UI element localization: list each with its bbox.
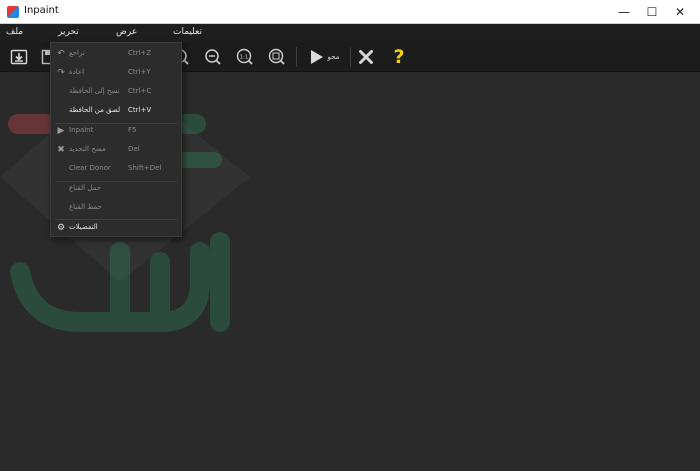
help-button[interactable]: ?: [388, 46, 410, 68]
undo-icon: ↶: [57, 49, 65, 59]
menu-item-inpaint[interactable]: ▶ Inpaint F5: [51, 122, 181, 141]
menu-bar: ملف تحرير عرض تعليمات: [0, 24, 700, 42]
menu-help[interactable]: تعليمات: [173, 27, 202, 37]
app-icon: [7, 6, 19, 18]
menu-item-undo[interactable]: ↶ تراجع Ctrl+Z: [51, 45, 181, 64]
play-icon: ▶: [57, 126, 65, 136]
menu-item-load-mask[interactable]: حمل القناع: [51, 180, 181, 199]
edit-menu-dropdown: ↶ تراجع Ctrl+Z ↷ اعادة Ctrl+Y نسخ إلى ال…: [50, 42, 182, 237]
zoom-out-button[interactable]: [202, 46, 224, 68]
menu-item-preferences[interactable]: ⚙ التفضيلات: [51, 219, 181, 238]
x-icon: ✖: [57, 145, 65, 155]
open-icon: [10, 49, 28, 65]
toolbar-separator: [350, 47, 351, 67]
menu-file[interactable]: ملف: [6, 27, 23, 37]
menu-item-clear-selection[interactable]: ✖ مسح التحديد Del: [51, 141, 181, 160]
help-icon: ?: [393, 46, 405, 68]
menu-item-paste[interactable]: لصق من الحافظة Ctrl+V: [51, 102, 181, 121]
close-button[interactable]: ✕: [660, 0, 700, 24]
menu-item-clear-donor[interactable]: Clear Donor Shift+Del: [51, 160, 181, 179]
menu-edit[interactable]: تحرير: [58, 27, 79, 37]
clear-button[interactable]: [355, 46, 377, 68]
open-button[interactable]: [8, 46, 30, 68]
menu-view[interactable]: عرض: [116, 27, 137, 37]
menu-item-copy[interactable]: نسخ إلى الحافظة Ctrl+C: [51, 83, 181, 102]
play-icon: [310, 50, 323, 64]
zoom-actual-button[interactable]: 1:1: [234, 46, 256, 68]
zoom-fit-icon: [268, 48, 285, 65]
toolbar-separator: [296, 47, 297, 67]
redo-icon: ↷: [57, 68, 65, 78]
gear-icon: ⚙: [56, 223, 66, 233]
menu-item-save-mask[interactable]: حفظ القناع: [51, 199, 181, 218]
zoom-out-icon: [205, 49, 221, 65]
zoom-fit-button[interactable]: [266, 46, 288, 68]
window-title: Inpaint: [24, 5, 59, 16]
zoom-actual-label: 1:1: [240, 54, 249, 60]
zoom-actual-icon: 1:1: [236, 48, 253, 65]
x-icon: [359, 50, 373, 64]
erase-label: محو: [327, 53, 340, 61]
menu-item-redo[interactable]: ↷ اعادة Ctrl+Y: [51, 64, 181, 83]
erase-button[interactable]: محو: [302, 46, 346, 68]
title-bar: Inpaint — ☐ ✕: [0, 0, 700, 24]
